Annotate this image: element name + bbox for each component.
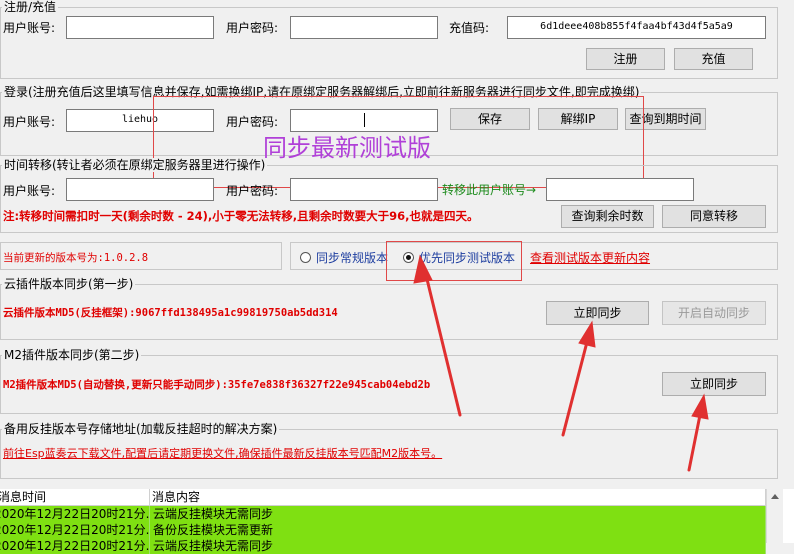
auto-sync-button[interactable]: 开启自动同步 [662,301,766,325]
query-expiry-button[interactable]: 查询到期时间 [625,108,706,130]
view-test-changes-link[interactable]: 查看测试版本更新内容 [530,250,650,266]
log-cell-time: 2020年12月22日20时21分... [0,538,150,554]
radio-normal-version[interactable] [300,252,311,263]
transfer-note: 注:转移时间需扣时一天(剩余时数 - 24),小于零无法转移,且剩余时数要大于9… [3,209,479,223]
transfer-target-input[interactable] [546,178,694,201]
recharge-button[interactable]: 充值 [674,48,753,70]
agree-transfer-button[interactable]: 同意转移 [662,205,766,228]
transfer-password-label: 用户密码: [226,184,279,198]
m2-sync-legend: M2插件版本同步(第二步) [2,348,142,362]
transfer-account-input[interactable] [66,178,214,201]
register-button[interactable]: 注册 [586,48,665,70]
login-account-label: 用户账号: [3,115,56,129]
radio-normal-label[interactable]: 同步常规版本 [316,250,388,266]
recharge-code-label: 充值码: [449,21,490,35]
scroll-up-icon[interactable] [771,494,779,499]
log-cell-content: 备份反挂模块无需更新 [150,522,766,538]
log-cell-content: 云端反挂模块无需同步 [150,538,766,554]
register-legend: 注册/充值 [2,0,59,14]
recharge-code-input[interactable]: 6d1deee408b855f4faa4bf43d4f5a5a9 [507,16,766,39]
backup-legend: 备用反挂版本号存储地址(加载反挂超时的解决方案) [2,422,280,436]
cloud-plugin-md5: 云插件版本MD5(反挂框架):9067ffd138495a1c99819750a… [3,307,338,319]
log-cell-time: 2020年12月22日20时21分... [0,506,150,522]
log-header-time[interactable]: 消息时间 [0,489,150,506]
query-remaining-hours-button[interactable]: 查询剩余时数 [561,205,654,228]
current-version-text: 当前更新的版本号为:1.0.2.8 [3,252,149,264]
backup-download-link[interactable]: 前往Esp蓝奏云下载文件,配置后请定期更换文件,确保插件最新反挂版本号匹配M2版… [3,446,442,462]
login-account-input[interactable]: liehuo [66,109,214,132]
login-legend: 登录(注册充值后这里填写信息并保存,如需换绑IP,请在原绑定服务器解绑后,立即前… [2,85,642,99]
m2-plugin-md5: M2插件版本MD5(自动替换,更新只能手动同步):35fe7e838f36327… [3,379,431,391]
log-scrollbar[interactable] [766,489,783,543]
cloud-sync-legend: 云插件版本同步(第一步) [2,277,136,291]
transfer-account-label: 用户账号: [3,184,56,198]
register-account-input[interactable] [66,16,214,39]
text-cursor [364,113,365,127]
overlay-watermark-text: 同步最新测试版 [263,134,431,162]
register-password-label: 用户密码: [226,21,279,35]
login-password-label: 用户密码: [226,115,279,129]
radio-test-label[interactable]: 优先同步测试版本 [419,250,515,266]
save-button[interactable]: 保存 [450,108,530,130]
log-cell-content: 云端反挂模块无需同步 [150,506,766,522]
window-edge [783,489,794,543]
transfer-target-label: 转移此用户账号→ [442,183,537,197]
unbind-ip-button[interactable]: 解绑IP [538,108,618,130]
register-password-input[interactable] [290,16,438,39]
transfer-password-input[interactable] [290,178,438,201]
radio-test-version[interactable] [403,252,414,263]
log-header-content[interactable]: 消息内容 [150,489,766,506]
log-cell-time: 2020年12月22日20时21分... [0,522,150,538]
transfer-legend: 时间转移(转让者必须在原绑定服务器里进行操作) [2,158,268,172]
cloud-sync-now-button[interactable]: 立即同步 [546,301,649,325]
register-account-label: 用户账号: [3,21,56,35]
m2-sync-now-button[interactable]: 立即同步 [662,372,766,396]
